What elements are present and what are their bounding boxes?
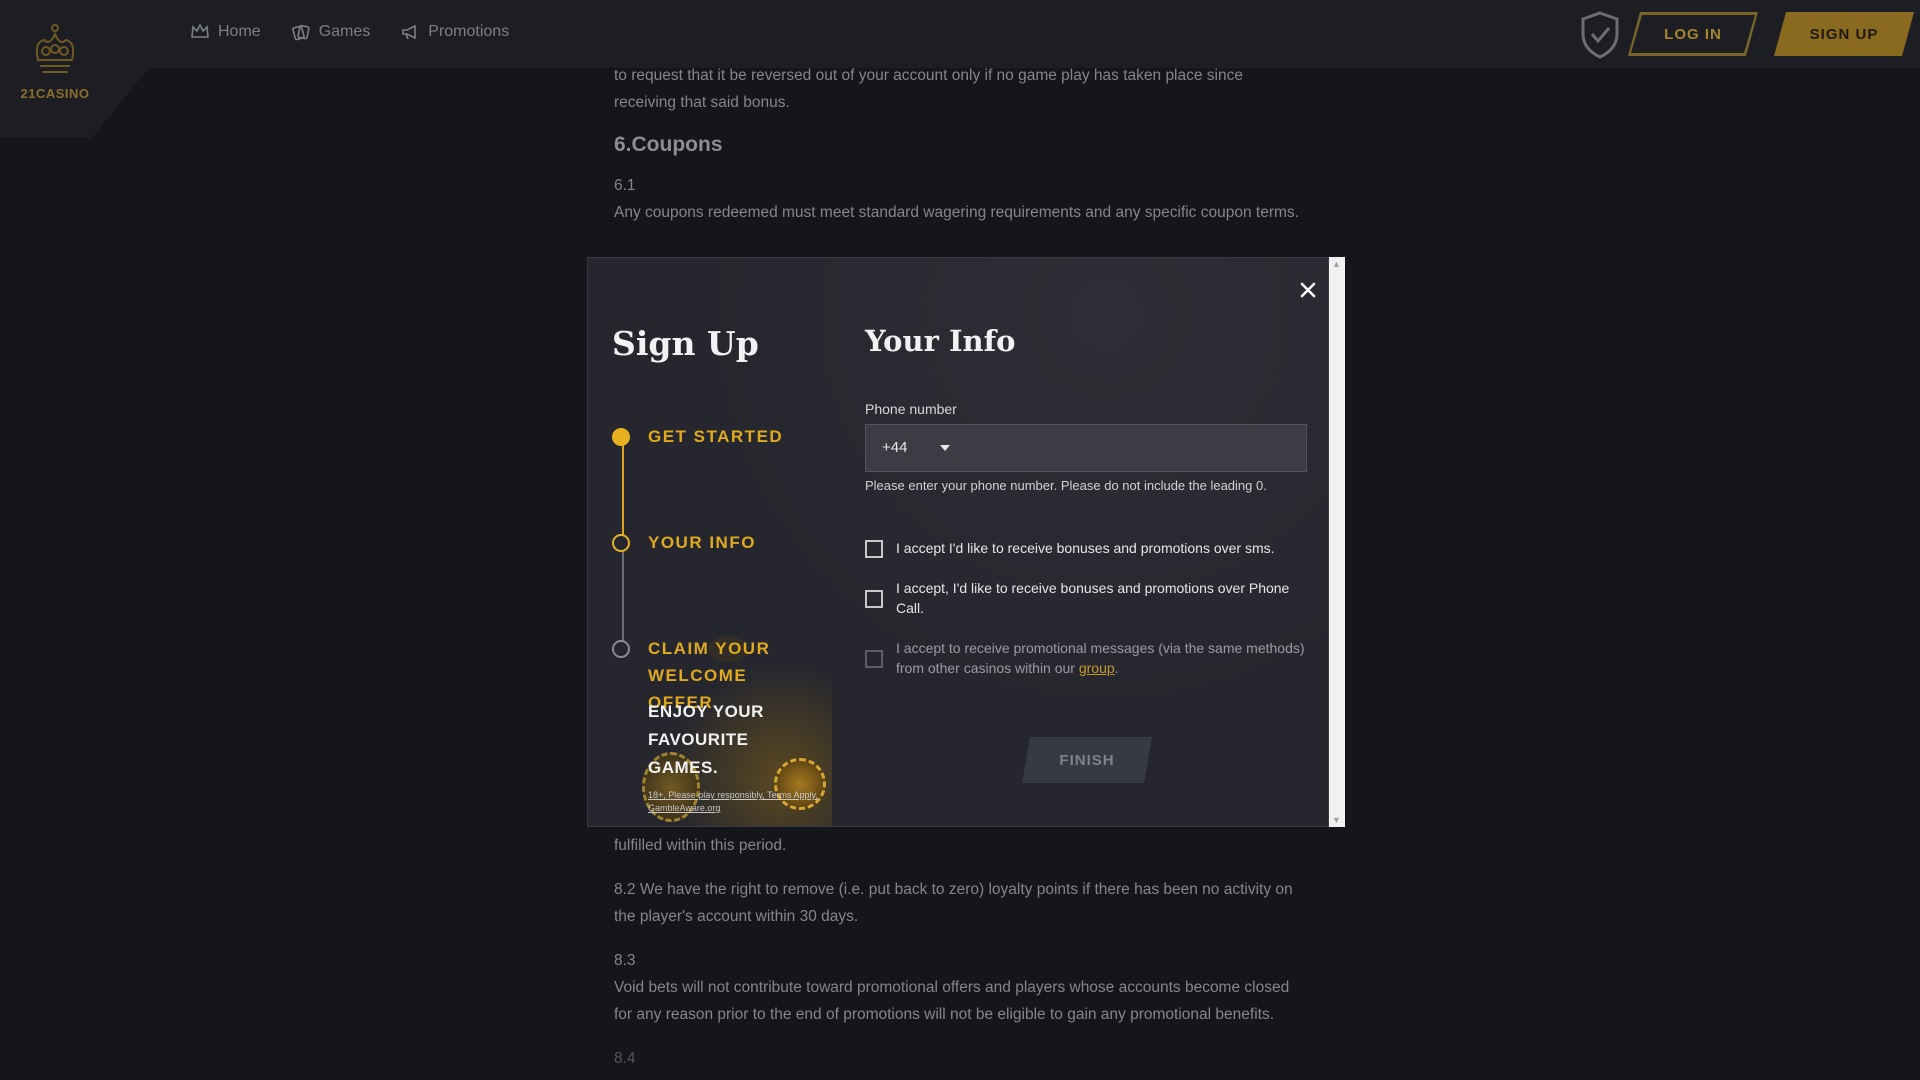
nav-games[interactable]: Games xyxy=(291,22,371,42)
section-title: Your Info xyxy=(865,324,1016,358)
step-get-started: GET STARTED xyxy=(612,427,783,450)
promo-headline: ENJOY YOUR FAVOURITE GAMES. xyxy=(648,702,764,777)
article-paragraph: 8.2 We have the right to remove (i.e. pu… xyxy=(614,881,1293,925)
chevron-down-icon[interactable] xyxy=(940,445,950,451)
nav-home-label: Home xyxy=(218,23,261,40)
consent-group-casinos: I accept to receive promotional messages… xyxy=(865,638,1305,678)
phone-number-input[interactable] xyxy=(966,425,1308,473)
country-code-select[interactable]: +44 xyxy=(882,439,907,456)
cards-icon xyxy=(291,24,310,41)
close-button[interactable] xyxy=(1294,276,1322,304)
article-clause-number: 8.3 xyxy=(614,952,636,969)
signup-modal: Sign Up Your Info GET STARTED YOUR INFO … xyxy=(587,257,1329,827)
consent-sms: I accept I'd like to receive bonuses and… xyxy=(865,538,1305,558)
megaphone-icon xyxy=(402,24,417,40)
phone-hint: Please enter your phone number. Please d… xyxy=(865,478,1267,493)
finish-button[interactable]: FINISH xyxy=(1022,737,1152,783)
progress-line-complete xyxy=(622,438,624,542)
article-paragraph: Void bets will not contribute toward pro… xyxy=(614,979,1290,1023)
signup-button[interactable]: SIGN UP xyxy=(1774,12,1914,56)
scroll-up-icon[interactable]: ▲ xyxy=(1332,259,1341,269)
scroll-down-icon[interactable]: ▼ xyxy=(1332,815,1341,825)
consent-group-checkbox[interactable] xyxy=(865,650,883,668)
terms-article-lower: fulfilled within this period. 8.2 We hav… xyxy=(614,832,1304,1072)
step-label: GET STARTED xyxy=(648,427,784,446)
progress-line-pending xyxy=(622,546,624,642)
modal-scrollbar[interactable]: ▲ ▼ xyxy=(1329,257,1345,827)
article-heading: 6.Coupons xyxy=(614,133,723,156)
nav-promotions[interactable]: Promotions xyxy=(400,22,509,42)
article-paragraph: fulfilled within this period. xyxy=(614,837,787,854)
step-dot-complete xyxy=(612,428,630,446)
consent-group-text-end: . xyxy=(1114,660,1119,676)
article-paragraph: to request that it be reversed out of yo… xyxy=(614,67,1243,111)
consent-group-label: I accept to receive promotional messages… xyxy=(896,638,1305,678)
consent-sms-checkbox[interactable] xyxy=(865,540,883,558)
consent-phone-checkbox[interactable] xyxy=(865,590,883,608)
crown-icon xyxy=(191,23,209,38)
consent-phone-label: I accept, I'd like to receive bonuses an… xyxy=(896,580,1290,616)
phone-number-field: +44 xyxy=(865,424,1308,473)
casino-logo[interactable]: 21CASINO xyxy=(18,20,92,106)
shield-check-icon[interactable] xyxy=(1578,10,1622,60)
group-link[interactable]: group xyxy=(1079,660,1115,676)
phone-number-label: Phone number xyxy=(865,401,957,417)
main-nav: Home Games Promotions xyxy=(190,22,509,42)
close-icon xyxy=(1300,282,1316,298)
step-dot-pending xyxy=(612,640,630,658)
responsible-gambling-links[interactable]: 18+, Please play responsibly, Terms Appl… xyxy=(648,789,818,815)
login-button[interactable]: LOG IN xyxy=(1631,15,1755,53)
nav-home[interactable]: Home xyxy=(190,22,261,42)
step-dot-current xyxy=(612,534,630,552)
consent-sms-label: I accept I'd like to receive bonuses and… xyxy=(896,540,1275,556)
terms-article: to request that it be reversed out of yo… xyxy=(614,62,1304,226)
article-clause-number: 8.4 xyxy=(614,1050,636,1067)
modal-title: Sign Up xyxy=(612,324,759,363)
logo-text: 21CASINO xyxy=(20,86,90,101)
crown-logo-icon xyxy=(35,24,75,73)
article-paragraph: Any coupons redeemed must meet standard … xyxy=(614,204,1299,221)
nav-promotions-label: Promotions xyxy=(428,23,510,40)
step-label: YOUR INFO xyxy=(648,533,756,552)
consent-phone-call: I accept, I'd like to receive bonuses an… xyxy=(865,578,1305,618)
step-your-info: YOUR INFO xyxy=(612,533,756,556)
article-clause-number: 6.1 xyxy=(614,177,636,194)
nav-games-label: Games xyxy=(318,23,371,40)
